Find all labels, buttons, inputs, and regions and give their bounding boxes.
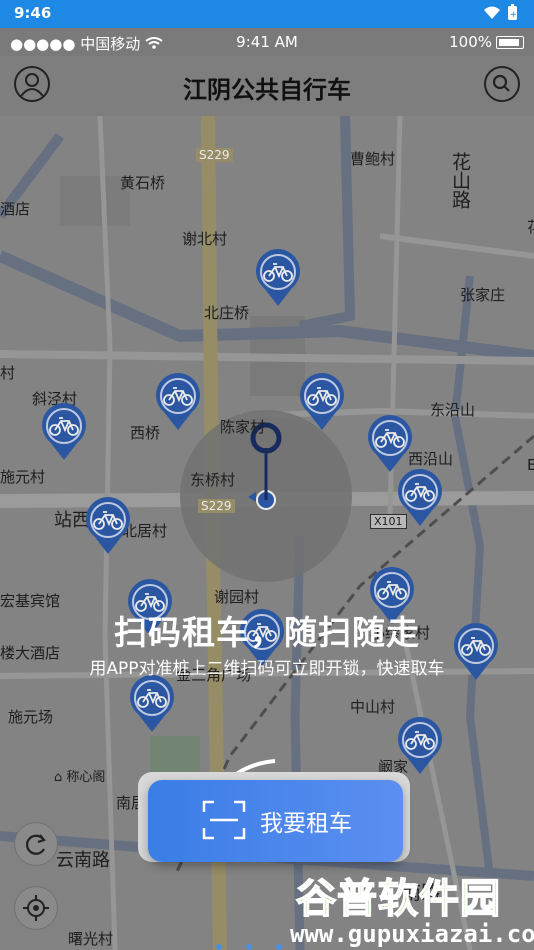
place-label: 施元村 — [0, 468, 46, 486]
road-label-s229: S229 — [198, 499, 235, 513]
place-label: 陈家村 — [220, 418, 266, 436]
watermark: 谷普软件园 www.gupuxiazai.com — [290, 864, 534, 950]
refresh-icon — [25, 834, 46, 855]
watermark-brand: 谷普软件园 — [295, 875, 501, 923]
place-label: 谢北村 — [182, 230, 228, 248]
bicycle-icon — [300, 373, 344, 430]
bicycle-icon — [42, 403, 86, 460]
bicycle-icon — [256, 249, 300, 306]
bicycle-icon — [398, 469, 442, 526]
locate-button[interactable] — [14, 886, 58, 930]
promo-title: 扫码租车，随扫随走 — [114, 613, 420, 652]
bicycle-icon — [368, 415, 412, 472]
battery-indicator: 100% — [449, 33, 524, 51]
app-screen: ●●●●● 中国移动 9:41 AM 100% 江阴公共自行车 S229 S22… — [0, 28, 534, 950]
page-indicator-dot — [246, 944, 252, 950]
place-label: 谢园村 — [214, 588, 260, 606]
bicycle-icon — [156, 373, 200, 430]
scan-icon — [202, 800, 246, 840]
refresh-button[interactable] — [14, 822, 58, 866]
place-label: ⌂ 称心阁 — [54, 770, 106, 785]
system-status-bar: 9:46 + — [0, 0, 534, 28]
bike-station-pin[interactable] — [298, 372, 346, 432]
place-label: 酒店 — [0, 200, 31, 218]
place-label: 花山路 — [449, 152, 471, 209]
bike-station-pin[interactable] — [84, 496, 132, 556]
place-label: 花 — [527, 216, 534, 237]
place-label: 施元场 — [8, 708, 54, 726]
svg-text:+: + — [510, 10, 518, 20]
place-label: 东桥村 — [190, 471, 236, 489]
page-indicator-dot — [216, 944, 222, 950]
place-label: E — [527, 456, 534, 474]
place-label: 曙光村 — [68, 930, 114, 948]
place-label: 中山村 — [350, 698, 396, 716]
app-header: 江阴公共自行车 — [0, 56, 534, 116]
wifi-battery-icon: + — [484, 4, 518, 20]
bike-station-pin[interactable] — [366, 414, 414, 474]
bike-station-pin[interactable] — [396, 716, 444, 776]
page-title: 江阴公共自行车 — [183, 76, 351, 104]
watermark-url: www.gupuxiazai.com — [290, 920, 534, 948]
rent-button-label: 我要租车 — [260, 811, 352, 837]
place-label: 西沿山 — [408, 450, 454, 468]
bike-station-pin[interactable] — [154, 372, 202, 432]
search-icon — [492, 74, 510, 92]
bicycle-icon — [86, 497, 130, 554]
place-label: 云南路 — [56, 850, 110, 871]
rent-bike-button[interactable]: 我要租车 — [148, 780, 403, 862]
search-button[interactable] — [484, 66, 520, 102]
road-label-s229: S229 — [196, 148, 233, 162]
bike-station-pin[interactable] — [40, 402, 88, 462]
place-label: 张家庄 — [460, 286, 506, 304]
battery-icon — [496, 36, 524, 49]
locate-icon — [23, 895, 49, 921]
bicycle-icon — [130, 675, 174, 732]
ios-status-bar: ●●●●● 中国移动 9:41 AM 100% — [0, 28, 534, 56]
page-indicator-dot — [276, 944, 282, 950]
system-time: 9:46 — [14, 4, 52, 22]
place-label: 曹鲍村 — [350, 150, 396, 168]
place-label: 北庄桥 — [204, 304, 250, 322]
place-label: 村 — [0, 364, 16, 382]
landmark-icon: ⌂ — [54, 770, 67, 785]
bicycle-icon — [398, 717, 442, 774]
place-label: 黄石桥 — [120, 174, 166, 192]
bike-station-pin[interactable] — [128, 674, 176, 734]
promo-subtitle: 用APP对准桩上二维扫码可立即开锁，快速取车 — [89, 659, 445, 679]
place-label: 东沿山 — [430, 401, 476, 419]
bike-station-pin[interactable] — [396, 468, 444, 528]
bike-station-pin[interactable] — [254, 248, 302, 308]
system-icons: + — [482, 4, 522, 26]
